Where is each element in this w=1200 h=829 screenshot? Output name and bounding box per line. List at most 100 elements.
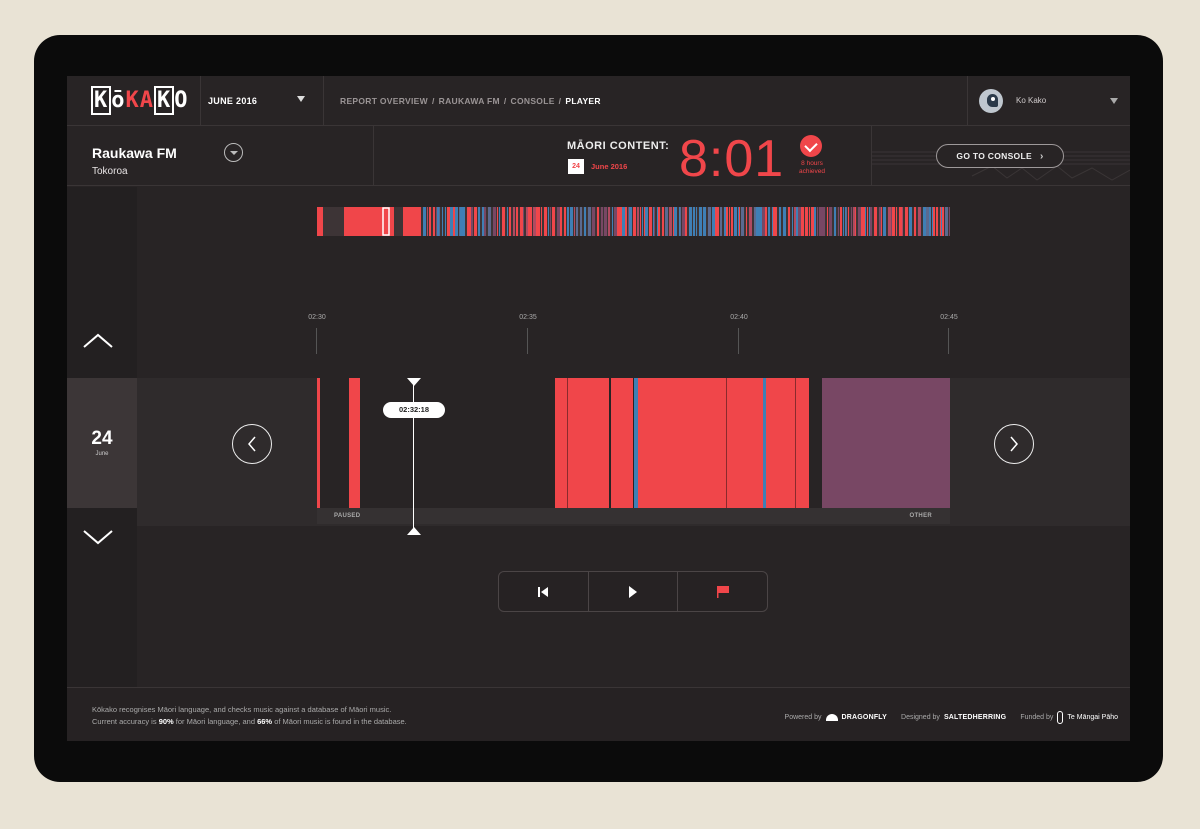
maori-content-label: MĀORI CONTENT: — [567, 140, 670, 152]
overview-stripe — [526, 207, 528, 236]
month-selector[interactable]: JUNE 2016 — [208, 76, 323, 126]
kokako-logo[interactable]: KōKA K O — [91, 86, 189, 115]
next-day-button[interactable] — [81, 527, 115, 549]
overview-stripe — [801, 207, 804, 236]
overview-stripe — [453, 207, 455, 236]
overview-stripe — [574, 207, 575, 236]
overview-stripe — [718, 207, 719, 236]
overview-stripe — [853, 207, 855, 236]
overview-stripe — [433, 207, 435, 236]
maori-content-time: 8:01 — [679, 130, 785, 188]
overview-stripe — [756, 207, 757, 236]
overview-stripe — [450, 207, 453, 236]
breadcrumb-report-overview[interactable]: REPORT OVERVIEW — [340, 96, 428, 106]
overview-stripe — [478, 207, 480, 236]
chevron-right-icon — [1010, 436, 1018, 452]
overview-stripe — [891, 207, 892, 236]
overview-stripe — [949, 207, 950, 236]
overview-stripe — [796, 207, 798, 236]
day-overview-strip[interactable] — [317, 207, 950, 236]
other-segment[interactable] — [822, 378, 950, 508]
flag-button[interactable] — [678, 572, 767, 611]
overview-stripe — [792, 207, 793, 236]
overview-stripe — [933, 207, 934, 236]
overview-stripe — [693, 207, 695, 236]
overview-stripe — [941, 207, 942, 236]
overview-stripe — [843, 207, 844, 236]
user-menu[interactable]: Ko Kako — [967, 76, 1130, 126]
overview-stripe — [759, 207, 762, 236]
overview-stripe — [712, 207, 715, 236]
station-location: Tokoroa — [92, 166, 128, 177]
overview-stripe — [633, 207, 636, 236]
saltedherring-brand[interactable]: SALTEDHERRING — [944, 714, 1006, 721]
previous-day-button[interactable] — [81, 329, 115, 351]
go-to-console-button[interactable]: GO TO CONSOLE › — [936, 144, 1064, 168]
station-dropdown-button[interactable] — [224, 143, 243, 162]
audio-track[interactable] — [317, 378, 950, 508]
maori-segment[interactable] — [555, 378, 609, 508]
skip-back-icon — [538, 586, 549, 597]
te-mangai-paho-logo-icon — [1057, 711, 1064, 724]
overview-stripe — [869, 207, 870, 236]
overview-stripe — [538, 207, 540, 236]
breadcrumb-separator: / — [558, 96, 562, 106]
overview-stripe — [557, 207, 560, 236]
te-mangai-paho-brand[interactable]: Te Māngai Pāho — [1067, 714, 1118, 721]
breadcrumb-station[interactable]: RAUKAWA FM — [439, 96, 500, 106]
breadcrumb: REPORT OVERVIEW / RAUKAWA FM / CONSOLE /… — [340, 76, 605, 126]
overview-stripe — [739, 207, 740, 236]
overview-stripe — [867, 207, 868, 236]
overview-stripe — [754, 207, 756, 236]
overview-stripe — [731, 207, 733, 236]
overview-stripe — [862, 207, 865, 236]
achieved-hours: 8 hours — [801, 160, 823, 167]
overview-stripe — [533, 207, 536, 236]
overview-stripe — [680, 207, 681, 236]
overview-stripe — [757, 207, 759, 236]
overview-stripe — [715, 207, 718, 236]
overview-stripe — [463, 207, 465, 236]
maori-segment[interactable] — [638, 378, 726, 508]
overview-stripe — [614, 207, 617, 236]
overview-stripe — [580, 207, 582, 236]
overview-stripe — [570, 207, 573, 236]
dragonfly-brand[interactable]: DRAGONFLY — [842, 714, 888, 721]
overview-stripe — [645, 207, 648, 236]
overview-stripe — [829, 207, 832, 236]
tick-line — [527, 328, 528, 354]
maori-segment[interactable] — [611, 378, 633, 508]
play-button[interactable] — [589, 572, 679, 611]
maori-segment[interactable] — [727, 378, 763, 508]
overview-stripe — [858, 207, 861, 236]
overview-stripe — [658, 207, 660, 236]
overview-stripe — [439, 207, 440, 236]
overview-stripe — [685, 207, 687, 236]
breadcrumb-console[interactable]: CONSOLE — [511, 96, 555, 106]
playhead-bottom-handle[interactable] — [407, 527, 421, 535]
overview-stripe — [629, 207, 632, 236]
overview-stripe — [848, 207, 849, 236]
maori-segment[interactable] — [796, 378, 809, 508]
playhead-top-handle[interactable] — [407, 378, 421, 386]
overview-stripe — [809, 207, 810, 236]
overview-stripe — [827, 207, 828, 236]
summary-month: June 2016 — [591, 162, 628, 171]
maori-segment[interactable] — [349, 378, 360, 508]
overview-stripe — [734, 207, 736, 236]
overview-stripe — [317, 207, 323, 236]
divider — [200, 76, 201, 126]
maori-segment[interactable] — [766, 378, 795, 508]
overview-stripe — [945, 207, 948, 236]
chevron-down-icon — [1110, 98, 1118, 104]
previous-segment-button[interactable] — [232, 424, 272, 464]
overview-stripe — [940, 207, 941, 236]
overview-stripe — [846, 207, 847, 236]
overview-stripe — [746, 207, 747, 236]
next-segment-button[interactable] — [994, 424, 1034, 464]
credits: Powered by DRAGONFLY Designed by SALTEDH… — [785, 711, 1118, 724]
avatar — [979, 89, 1003, 113]
skip-back-button[interactable] — [499, 572, 589, 611]
maori-segment[interactable] — [317, 378, 320, 508]
overview-stripe — [741, 207, 744, 236]
